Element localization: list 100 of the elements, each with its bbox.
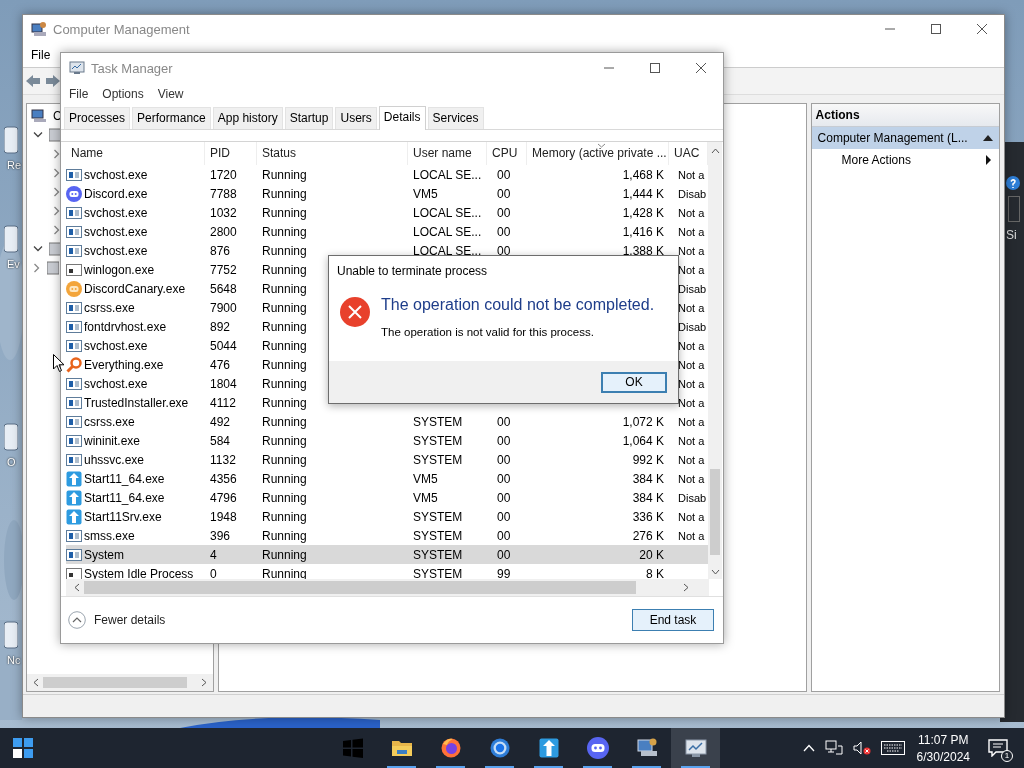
window-icon bbox=[66, 224, 82, 239]
chevron-right-icon[interactable] bbox=[53, 167, 61, 178]
process-name: csrss.exe bbox=[84, 300, 135, 315]
notification-icon[interactable] bbox=[988, 739, 1008, 757]
scroll-right-icon[interactable] bbox=[201, 678, 208, 687]
shortcut-icon bbox=[4, 422, 18, 452]
menu-item[interactable]: View bbox=[157, 87, 184, 101]
column-header[interactable]: Memory (active private ... bbox=[527, 142, 669, 165]
table-cell: Running bbox=[262, 262, 307, 277]
chevron-down-icon[interactable] bbox=[33, 130, 43, 139]
ok-button[interactable]: OK bbox=[601, 371, 667, 393]
table-cell: 384 K bbox=[632, 490, 664, 505]
chevron-up-icon[interactable] bbox=[802, 744, 815, 752]
horizontal-scrollbar[interactable] bbox=[66, 579, 709, 596]
scrollbar-thumb[interactable] bbox=[43, 677, 188, 688]
table-cell: Running bbox=[262, 395, 307, 410]
column-header[interactable]: PID bbox=[205, 142, 257, 165]
submenu-arrow-icon[interactable] bbox=[986, 155, 991, 165]
chevron-right-icon[interactable] bbox=[53, 224, 61, 235]
table-cell: Running bbox=[262, 528, 307, 543]
scroll-right-icon[interactable] bbox=[683, 583, 689, 592]
vertical-scrollbar[interactable] bbox=[708, 142, 722, 579]
column-header[interactable]: CPU bbox=[487, 142, 527, 165]
scroll-left-icon[interactable] bbox=[74, 583, 80, 592]
close-icon[interactable] bbox=[695, 62, 707, 74]
end-task-button[interactable]: End task bbox=[632, 609, 714, 631]
action-group-label[interactable]: Computer Management (L... bbox=[817, 131, 968, 145]
tab[interactable]: Startup bbox=[284, 107, 334, 129]
collapse-circle-icon[interactable] bbox=[68, 611, 86, 629]
monitor-icon[interactable] bbox=[684, 738, 707, 758]
table-cell: Not a bbox=[678, 168, 705, 181]
table-cell: LOCAL SE... bbox=[413, 205, 482, 220]
table-cell: 336 K bbox=[632, 509, 664, 524]
maximize-icon[interactable] bbox=[930, 23, 942, 35]
window-icon bbox=[66, 205, 82, 220]
close-icon[interactable] bbox=[976, 23, 988, 35]
back-arrow-icon[interactable] bbox=[25, 74, 41, 88]
table-cell: Running bbox=[262, 414, 307, 429]
table-cell: Disab bbox=[678, 320, 707, 333]
ring-icon[interactable] bbox=[489, 738, 510, 758]
menu-item[interactable]: File bbox=[69, 87, 89, 101]
fewer-details-link[interactable]: Fewer details bbox=[94, 613, 166, 627]
scrollbar-thumb[interactable] bbox=[710, 468, 720, 555]
forward-arrow-icon[interactable] bbox=[45, 74, 61, 88]
network-icon[interactable] bbox=[824, 740, 843, 756]
maximize-icon[interactable] bbox=[649, 62, 661, 74]
collapse-triangle-icon[interactable] bbox=[983, 135, 993, 141]
field-icon bbox=[1008, 196, 1020, 222]
column-header[interactable]: Status bbox=[257, 142, 408, 165]
window-icon bbox=[66, 452, 82, 467]
clock-time[interactable]: 11:07 PM bbox=[918, 732, 969, 747]
action-group-header[interactable]: Computer Management (L... bbox=[811, 127, 999, 149]
horizontal-scrollbar[interactable] bbox=[27, 674, 214, 691]
table-cell: SYSTEM bbox=[413, 433, 463, 448]
menu-item[interactable]: Options bbox=[102, 87, 144, 101]
process-name: wininit.exe bbox=[84, 433, 141, 448]
folder-icon[interactable] bbox=[390, 738, 413, 758]
taskbar-button[interactable] bbox=[671, 728, 720, 768]
tab[interactable]: Performance bbox=[132, 107, 211, 129]
table-cell: 00 bbox=[497, 433, 511, 448]
chevron-right-icon[interactable] bbox=[53, 148, 61, 159]
table-cell: Running bbox=[262, 471, 307, 486]
chevron-right-icon[interactable] bbox=[53, 205, 61, 216]
tab[interactable]: Users bbox=[335, 107, 377, 129]
window-title: Task Manager bbox=[91, 60, 174, 76]
tab[interactable]: App history bbox=[212, 107, 283, 129]
process-name: svchost.exe bbox=[84, 338, 148, 353]
scroll-left-icon[interactable] bbox=[33, 678, 39, 687]
arrow-tile-icon[interactable] bbox=[538, 738, 559, 758]
scroll-down-icon[interactable] bbox=[710, 569, 720, 575]
menu-item[interactable]: File bbox=[31, 48, 51, 62]
table-cell: 396 bbox=[210, 528, 231, 543]
process-name: Start11_64.exe bbox=[84, 471, 165, 486]
scroll-up-icon[interactable] bbox=[710, 148, 720, 154]
table-cell: 5044 bbox=[210, 338, 237, 353]
chevron-right-icon[interactable] bbox=[33, 262, 41, 273]
tab[interactable]: Details bbox=[378, 106, 426, 130]
table-cell: 7788 bbox=[210, 186, 237, 201]
table-cell: 476 bbox=[210, 357, 231, 372]
action-link[interactable]: More Actions bbox=[841, 153, 911, 167]
flame-circle-icon[interactable] bbox=[440, 738, 461, 758]
scrollbar-thumb[interactable] bbox=[84, 581, 636, 594]
tab[interactable]: Services bbox=[427, 107, 484, 129]
keyboard-icon[interactable] bbox=[880, 741, 905, 755]
arrow-tile-icon bbox=[66, 470, 82, 487]
table-cell: Disab bbox=[678, 187, 707, 200]
speaker-muted-icon[interactable] bbox=[852, 740, 871, 756]
table-cell: 1,388 K bbox=[622, 243, 664, 258]
controller-icon[interactable] bbox=[586, 737, 609, 759]
selected-row[interactable]: System 4 Running SYSTEM 00 20 K bbox=[66, 545, 708, 564]
computer-icon[interactable] bbox=[635, 738, 658, 758]
table-cell: SYSTEM bbox=[413, 528, 463, 543]
start-icon[interactable] bbox=[13, 738, 33, 758]
column-header[interactable]: Name bbox=[66, 142, 205, 165]
chevron-down-icon[interactable] bbox=[33, 244, 43, 253]
chevron-right-icon[interactable] bbox=[53, 186, 61, 197]
table-cell: Running bbox=[262, 243, 307, 258]
tab[interactable]: Processes bbox=[64, 107, 131, 129]
clock-date[interactable]: 6/30/2024 bbox=[916, 749, 970, 764]
column-header[interactable]: User name bbox=[408, 142, 487, 165]
